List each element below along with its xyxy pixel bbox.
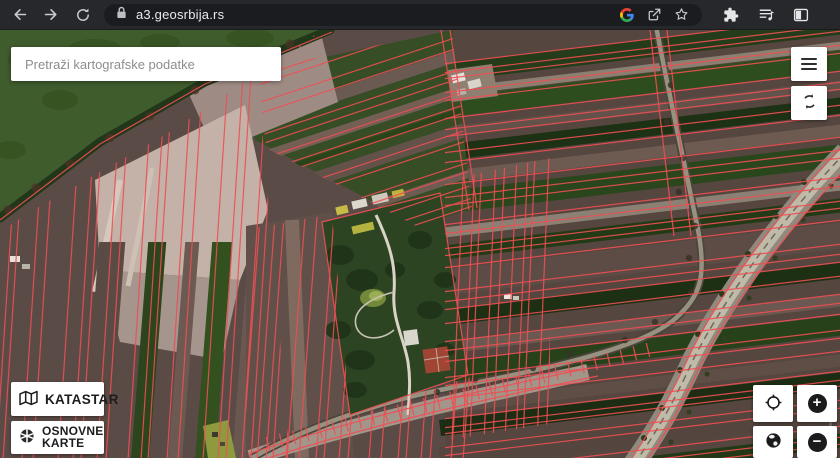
locate-icon [764,393,783,415]
locate-button[interactable] [753,385,793,422]
address-bar[interactable]: a3.geosrbija.rs [104,4,702,26]
nav-button-group [0,6,104,24]
menu-icon [801,56,817,73]
forward-icon[interactable] [42,6,60,24]
reload-icon[interactable] [74,6,92,24]
zoom-in-button[interactable]: + [797,385,837,422]
back-icon[interactable] [10,6,28,24]
search-input[interactable] [11,47,281,81]
map-icon [19,390,38,409]
osnovne-karte-button[interactable]: OSNOVNE KARTE [11,421,104,454]
media-controls-icon[interactable] [757,6,775,24]
toolbar-extensions-group [722,6,810,24]
katastar-label: KATASTAR [45,392,119,407]
zoom-in-icon: + [808,394,827,413]
sync-button[interactable] [791,86,827,120]
globe-icon [764,431,783,453]
share-icon[interactable] [645,6,663,24]
map-canvas[interactable] [0,30,840,458]
globe-button[interactable] [753,426,793,458]
layers-menu-button[interactable] [791,47,827,81]
zoom-out-icon: − [808,433,827,452]
map-viewport: KATASTAR OSNOVNE KARTE + − [0,30,840,458]
zoom-out-button[interactable]: − [797,426,837,458]
extensions-icon[interactable] [722,6,740,24]
google-icon[interactable] [618,6,636,24]
katastar-button[interactable]: KATASTAR [11,382,104,416]
lock-icon [116,6,127,24]
osnovne-label-line2: KARTE [42,438,103,450]
browser-toolbar: a3.geosrbija.rs [0,0,840,30]
basemap-icon [19,428,35,447]
bookmark-star-icon[interactable] [672,6,690,24]
side-panel-icon[interactable] [792,6,810,24]
sync-icon [800,92,819,114]
url-text: a3.geosrbija.rs [136,7,224,22]
